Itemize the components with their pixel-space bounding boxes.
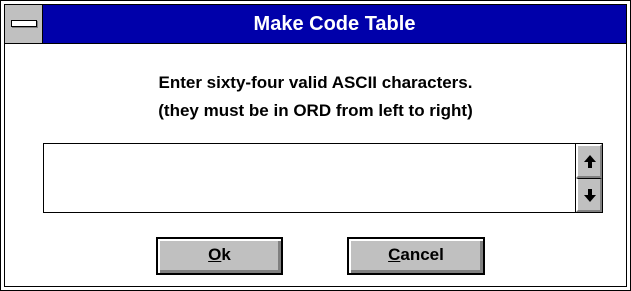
instruction-line-2: (they must be in ORD from left to right) xyxy=(158,101,473,120)
ok-button[interactable]: Ok xyxy=(156,237,283,275)
make-code-table-dialog: Make Code Table Enter sixty-four valid A… xyxy=(0,0,631,291)
window-title: Make Code Table xyxy=(253,13,416,35)
dialog-frame: Make Code Table Enter sixty-four valid A… xyxy=(4,4,627,287)
cancel-label-rest: ancel xyxy=(400,245,444,264)
scroll-up-button[interactable] xyxy=(576,144,602,178)
ok-label-rest: k xyxy=(221,245,231,264)
code-table-input-box xyxy=(43,143,603,213)
instruction-line-1: Enter sixty-four valid ASCII characters. xyxy=(158,73,473,92)
cancel-button-label: Cancel xyxy=(388,239,444,271)
system-menu-icon xyxy=(11,20,37,27)
system-menu-button[interactable] xyxy=(5,5,43,43)
code-table-input[interactable] xyxy=(44,144,574,212)
scroll-down-button[interactable] xyxy=(576,178,602,212)
title-bar[interactable]: Make Code Table xyxy=(5,5,626,44)
arrow-down-icon xyxy=(584,189,596,202)
cancel-button[interactable]: Cancel xyxy=(347,237,485,275)
instructions: Enter sixty-four valid ASCII characters.… xyxy=(5,69,626,125)
vertical-scrollbar[interactable] xyxy=(575,144,602,212)
ok-mnemonic: O xyxy=(208,245,222,264)
cancel-mnemonic: C xyxy=(388,245,401,264)
arrow-up-icon xyxy=(584,155,596,168)
ok-button-label: Ok xyxy=(208,239,231,271)
